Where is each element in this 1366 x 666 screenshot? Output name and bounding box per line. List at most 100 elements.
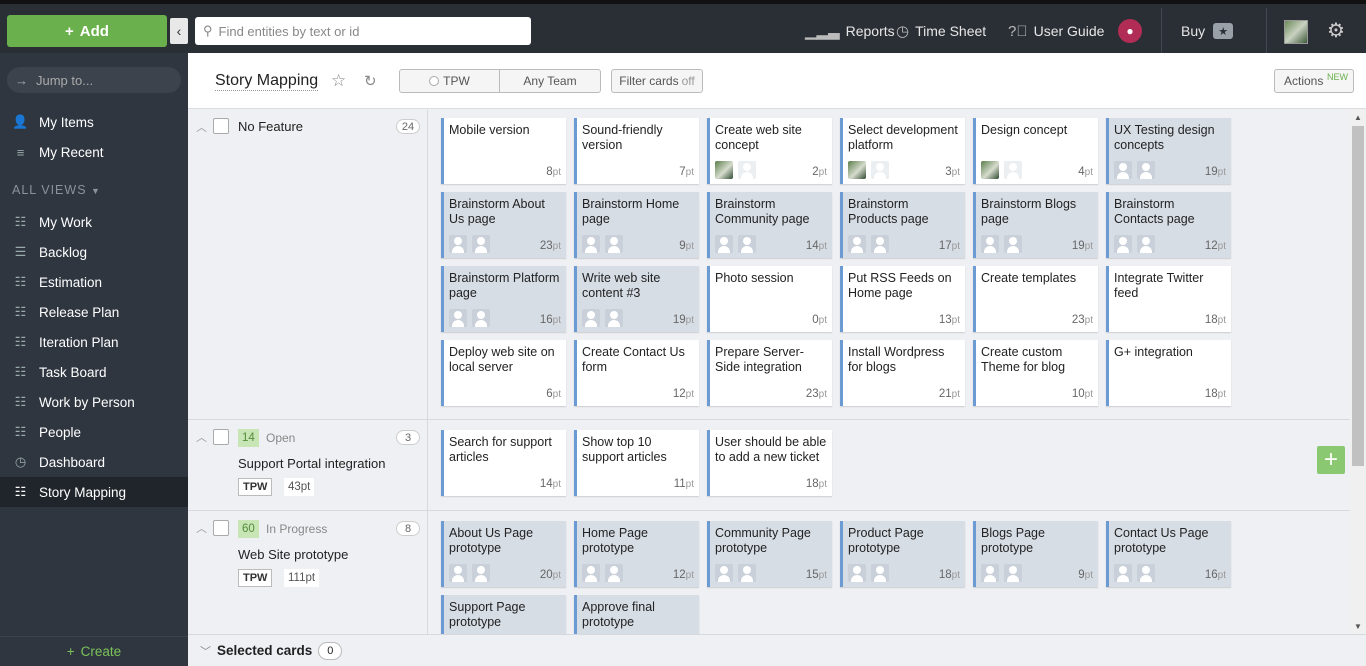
story-card[interactable]: Product Page prototype 18pt	[840, 521, 965, 587]
chevron-up-icon[interactable]: ︿	[196, 119, 207, 135]
story-card[interactable]: Create templates 23pt	[973, 266, 1098, 332]
story-card[interactable]: Brainstorm Products page 17pt	[840, 192, 965, 258]
story-card[interactable]: Create Contact Us form 12pt	[574, 340, 699, 406]
lane-checkbox[interactable]	[213, 429, 229, 445]
sidebar-item-my-work[interactable]: ☷ My Work	[0, 207, 188, 237]
story-card[interactable]: Mobile version 8pt	[441, 118, 566, 184]
user-avatar-icon[interactable]	[848, 161, 866, 179]
story-card[interactable]: Approve final prototype	[574, 595, 699, 634]
story-card[interactable]: Prepare Server-Side integration 23pt	[707, 340, 832, 406]
user-avatar-icon[interactable]	[1114, 564, 1132, 582]
story-card[interactable]: Show top 10 support articles 11pt	[574, 430, 699, 496]
user-avatar-icon[interactable]	[981, 235, 999, 253]
team-filter[interactable]: Any Team	[500, 70, 600, 92]
story-card[interactable]: Create custom Theme for blog 10pt	[973, 340, 1098, 406]
add-button[interactable]: + Add	[7, 15, 167, 47]
user-avatar-icon[interactable]	[449, 235, 467, 253]
user-avatar-icon[interactable]	[1004, 161, 1022, 179]
story-card[interactable]: Contact Us Page prototype 16pt	[1106, 521, 1231, 587]
user-avatar-icon[interactable]	[472, 564, 490, 582]
story-card[interactable]: Support Page prototype	[441, 595, 566, 634]
story-card[interactable]: Integrate Twitter feed 18pt	[1106, 266, 1231, 332]
story-card[interactable]: Photo session 0pt	[707, 266, 832, 332]
story-card[interactable]: Brainstorm Home page 9pt	[574, 192, 699, 258]
feature-title[interactable]: Web Site prototype	[238, 547, 348, 562]
reports-link[interactable]: ▁▂▃ Reports	[805, 17, 895, 45]
story-card[interactable]: UX Testing design concepts 19pt	[1106, 118, 1231, 184]
user-avatar-icon[interactable]	[981, 564, 999, 582]
user-avatar-icon[interactable]	[738, 564, 756, 582]
scroll-up-icon[interactable]: ▲	[1354, 113, 1362, 122]
user-avatar-icon[interactable]	[715, 235, 733, 253]
userguide-link[interactable]: ?⃝ User Guide	[1008, 17, 1104, 45]
sidebar-item-release-plan[interactable]: ☷ Release Plan	[0, 297, 188, 327]
collapse-sidebar-button[interactable]: ‹	[170, 18, 188, 44]
project-filter[interactable]: TPW	[400, 70, 500, 92]
user-avatar-icon[interactable]	[738, 161, 756, 179]
story-card[interactable]: Home Page prototype 12pt	[574, 521, 699, 587]
user-avatar-icon[interactable]	[871, 161, 889, 179]
buy-button[interactable]: Buy ★	[1181, 17, 1234, 45]
jump-to-input[interactable]: → Jump to...	[7, 67, 181, 93]
vertical-scrollbar[interactable]: ▲ ▼	[1350, 110, 1366, 634]
story-card[interactable]: Install Wordpress for blogs 21pt	[840, 340, 965, 406]
story-card[interactable]: Write web site content #3 19pt	[574, 266, 699, 332]
refresh-icon[interactable]: ↻	[364, 72, 377, 90]
star-icon[interactable]: ☆	[331, 71, 346, 91]
story-card[interactable]: Brainstorm Platform page 16pt	[441, 266, 566, 332]
story-card[interactable]: Community Page prototype 15pt	[707, 521, 832, 587]
user-avatar-icon[interactable]	[472, 309, 490, 327]
user-icon[interactable]: ●	[1118, 19, 1142, 43]
user-avatar-icon[interactable]	[1137, 564, 1155, 582]
user-avatar-icon[interactable]	[605, 235, 623, 253]
story-card[interactable]: Brainstorm Community page 14pt	[707, 192, 832, 258]
sidebar-item-my-recent[interactable]: ≡ My Recent	[0, 137, 188, 167]
sidebar-item-dashboard[interactable]: ◷ Dashboard	[0, 447, 188, 477]
sidebar-item-people[interactable]: ☷ People	[0, 417, 188, 447]
story-card[interactable]: Deploy web site on local server 6pt	[441, 340, 566, 406]
story-card[interactable]: Select development platform 3pt	[840, 118, 965, 184]
story-card[interactable]: Put RSS Feeds on Home page 13pt	[840, 266, 965, 332]
user-avatar-icon[interactable]	[582, 564, 600, 582]
story-card[interactable]: About Us Page prototype 20pt	[441, 521, 566, 587]
user-avatar-icon[interactable]	[871, 235, 889, 253]
user-avatar-icon[interactable]	[1114, 161, 1132, 179]
create-button[interactable]: + Create	[0, 636, 188, 666]
sidebar-item-work-by-person[interactable]: ☷ Work by Person	[0, 387, 188, 417]
search-box[interactable]: ⚲	[195, 17, 531, 45]
user-avatar-icon[interactable]	[1004, 564, 1022, 582]
chevron-up-icon[interactable]: ︿	[196, 429, 207, 445]
timesheet-link[interactable]: ◷ Time Sheet	[896, 17, 986, 45]
all-views-header[interactable]: ALL VIEWS ▼	[12, 183, 101, 197]
scroll-down-icon[interactable]: ▼	[1354, 622, 1362, 631]
user-avatar-icon[interactable]	[715, 161, 733, 179]
user-avatar-icon[interactable]	[1137, 235, 1155, 253]
page-title[interactable]: Story Mapping	[215, 72, 319, 91]
user-avatar-icon[interactable]	[848, 564, 866, 582]
selected-cards-bar[interactable]: ﹀ Selected cards 0	[188, 634, 1366, 666]
user-avatar-icon[interactable]	[981, 161, 999, 179]
search-input[interactable]	[218, 23, 519, 39]
story-card[interactable]: Blogs Page prototype 9pt	[973, 521, 1098, 587]
story-card[interactable]: Sound-friendly version 7pt	[574, 118, 699, 184]
user-avatar-icon[interactable]	[738, 235, 756, 253]
sidebar-item-task-board[interactable]: ☷ Task Board	[0, 357, 188, 387]
story-card[interactable]: Search for support articles 14pt	[441, 430, 566, 496]
scroll-thumb[interactable]	[1352, 126, 1364, 466]
lane-checkbox[interactable]	[213, 520, 229, 536]
story-card[interactable]: Design concept 4pt	[973, 118, 1098, 184]
user-avatar-icon[interactable]	[715, 564, 733, 582]
user-avatar-icon[interactable]	[582, 309, 600, 327]
actions-button[interactable]: Actions NEW	[1274, 69, 1354, 93]
sidebar-item-backlog[interactable]: ☰ Backlog	[0, 237, 188, 267]
feature-title[interactable]: Support Portal integration	[238, 456, 385, 471]
user-avatar-icon[interactable]	[848, 235, 866, 253]
sidebar-item-iteration-plan[interactable]: ☷ Iteration Plan	[0, 327, 188, 357]
user-avatar-icon[interactable]	[582, 235, 600, 253]
story-card[interactable]: Brainstorm About Us page 23pt	[441, 192, 566, 258]
user-avatar-icon[interactable]	[449, 564, 467, 582]
gear-icon[interactable]: ⚙	[1327, 18, 1345, 43]
chevron-up-icon[interactable]: ︿	[196, 520, 207, 536]
user-avatar-icon[interactable]	[605, 309, 623, 327]
avatar[interactable]	[1284, 20, 1308, 44]
